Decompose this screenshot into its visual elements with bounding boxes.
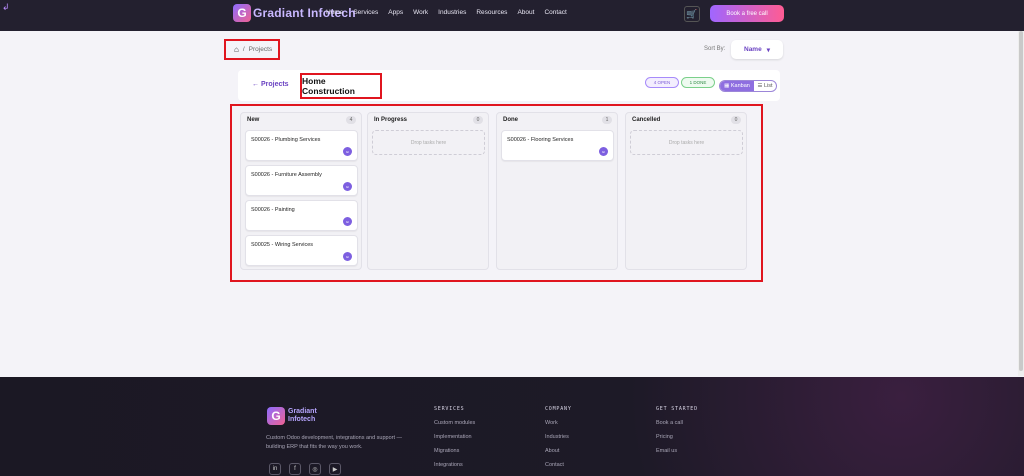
footer-link[interactable]: Pricing	[656, 434, 698, 440]
footer-brand-line1: Gradiant	[288, 408, 317, 415]
column-count: 4	[346, 116, 356, 124]
cart-icon: 🛒	[686, 8, 698, 19]
kanban-icon: ▦	[724, 83, 730, 89]
page-scrollbar[interactable]	[1018, 31, 1024, 376]
sort-label: Sort By:	[704, 46, 726, 52]
task-card[interactable]: S00026 - Painting GI	[245, 200, 358, 231]
task-title: S00025 - Wiring Services	[251, 242, 314, 248]
footer-link[interactable]: Migrations	[434, 448, 475, 454]
column-count: 1	[602, 116, 612, 124]
footer-link[interactable]: Industries	[545, 434, 572, 440]
column-title: Cancelled	[632, 117, 661, 123]
chevron-down-icon: ▾	[766, 46, 770, 54]
done-count: 1	[689, 80, 693, 85]
footer-link[interactable]: Implementation	[434, 434, 475, 440]
task-card[interactable]: S00026 - Plumbing Services GI	[245, 130, 358, 161]
list-icon: ☰	[757, 83, 763, 89]
list-view-button[interactable]: ☰ List	[754, 81, 776, 91]
footer-description: Custom Odoo development, integrations an…	[266, 435, 403, 450]
project-title: Home Construction	[300, 73, 382, 99]
open-count: 4	[653, 80, 657, 85]
done-count-badge: 1 DONE	[681, 77, 715, 88]
nav-services[interactable]: Services	[353, 9, 378, 16]
avatar: GI	[599, 147, 608, 156]
footer-services-title: SERVICES	[434, 406, 465, 412]
footer-link[interactable]: Work	[545, 420, 572, 426]
arrow-left-icon: ←	[252, 81, 259, 88]
avatar: GI	[343, 217, 352, 226]
done-label: DONE	[693, 80, 707, 85]
column-count: 0	[731, 116, 741, 124]
instagram-icon[interactable]: ◎	[309, 463, 321, 475]
task-title: S00026 - Flooring Services	[507, 137, 574, 143]
avatar: GI	[343, 182, 352, 191]
nav-work[interactable]: Work	[413, 9, 428, 16]
drop-zone[interactable]: Drop tasks here	[372, 130, 485, 155]
task-card[interactable]: S00026 - Furniture Assembly GI	[245, 165, 358, 196]
column-title: In Progress	[374, 117, 408, 123]
column-in-progress[interactable]: In Progress 0 Drop tasks here	[367, 112, 489, 270]
footer-get-started-title: GET STARTED	[656, 406, 698, 412]
avatar: GI	[343, 147, 352, 156]
breadcrumb: ⌂ / Projects	[224, 39, 280, 60]
nav-resources[interactable]: Resources	[476, 9, 507, 16]
footer-services: SERVICES Custom modules Implementation M…	[434, 406, 475, 476]
back-label: Projects	[260, 81, 289, 88]
task-title: S00026 - Plumbing Services	[251, 137, 321, 143]
book-call-button[interactable]: Book a free call	[710, 5, 784, 22]
cart-button[interactable]: 🛒	[684, 6, 700, 22]
footer-company: COMPANY Work Industries About Contact	[545, 406, 572, 476]
scrollbar-thumb[interactable]	[1019, 31, 1023, 371]
back-to-projects-link[interactable]: ← Projects	[252, 81, 289, 88]
youtube-icon[interactable]: ▶	[329, 463, 341, 475]
nav-industries[interactable]: Industries	[438, 9, 466, 16]
kanban-view-button[interactable]: ▦ Kanban	[720, 81, 754, 91]
site-footer	[0, 377, 1024, 476]
nav-apps[interactable]: Apps	[388, 9, 403, 16]
footer-link[interactable]: Book a call	[656, 420, 698, 426]
footer-get-started: GET STARTED Book a call Pricing Email us	[656, 406, 698, 462]
footer-logo[interactable]: G Gradiant Infotech	[267, 407, 317, 425]
linkedin-icon[interactable]: in	[269, 463, 281, 475]
footer-link[interactable]: Contact	[545, 462, 572, 468]
nav-home[interactable]: Home	[326, 9, 343, 16]
sort-value: Name	[744, 46, 762, 53]
footer-link[interactable]: Integrations	[434, 462, 475, 468]
sort-select[interactable]: Name ▾	[731, 40, 783, 59]
nav-contact[interactable]: Contact	[544, 9, 566, 16]
list-label: List	[763, 83, 773, 89]
column-title: Done	[503, 117, 518, 123]
home-icon[interactable]: ⌂	[234, 45, 239, 54]
task-card[interactable]: S00026 - Flooring Services GI	[501, 130, 614, 161]
brand-mark-icon: G	[267, 407, 285, 425]
breadcrumb-separator: /	[242, 46, 245, 53]
footer-link[interactable]: Email us	[656, 448, 698, 454]
social-links: in f ◎ ▶	[269, 463, 341, 475]
column-title: New	[247, 117, 260, 123]
view-toggle: ▦ Kanban ☰ List	[719, 80, 777, 92]
brand-mark-icon: G	[233, 4, 251, 22]
open-count-badge: 4 OPEN	[645, 77, 679, 88]
footer-brand: Gradiant Infotech	[288, 408, 317, 424]
column-cancelled[interactable]: Cancelled 0 Drop tasks here	[625, 112, 747, 270]
nav-about[interactable]: About	[517, 9, 534, 16]
task-card[interactable]: S00025 - Wiring Services GI	[245, 235, 358, 266]
facebook-icon[interactable]: f	[289, 463, 301, 475]
footer-link[interactable]: About	[545, 448, 572, 454]
task-title: S00026 - Furniture Assembly	[251, 172, 322, 178]
breadcrumb-projects[interactable]: Projects	[249, 46, 272, 53]
task-title: S00026 - Painting	[251, 207, 295, 213]
open-label: OPEN	[657, 80, 671, 85]
corner-arrow-icon: ↲	[2, 2, 10, 12]
footer-link[interactable]: Custom modules	[434, 420, 475, 426]
drop-zone[interactable]: Drop tasks here	[630, 130, 743, 155]
avatar: GI	[343, 252, 352, 261]
footer-company-title: COMPANY	[545, 406, 572, 412]
kanban-label: Kanban	[730, 83, 750, 89]
footer-brand-line2: Infotech	[288, 416, 316, 423]
main-nav: Home Services Apps Work Industries Resou…	[326, 9, 567, 16]
column-done[interactable]: Done 1 S00026 - Flooring Services GI	[496, 112, 618, 270]
column-new[interactable]: New 4 S00026 - Plumbing Services GI S000…	[240, 112, 362, 270]
column-count: 0	[473, 116, 483, 124]
